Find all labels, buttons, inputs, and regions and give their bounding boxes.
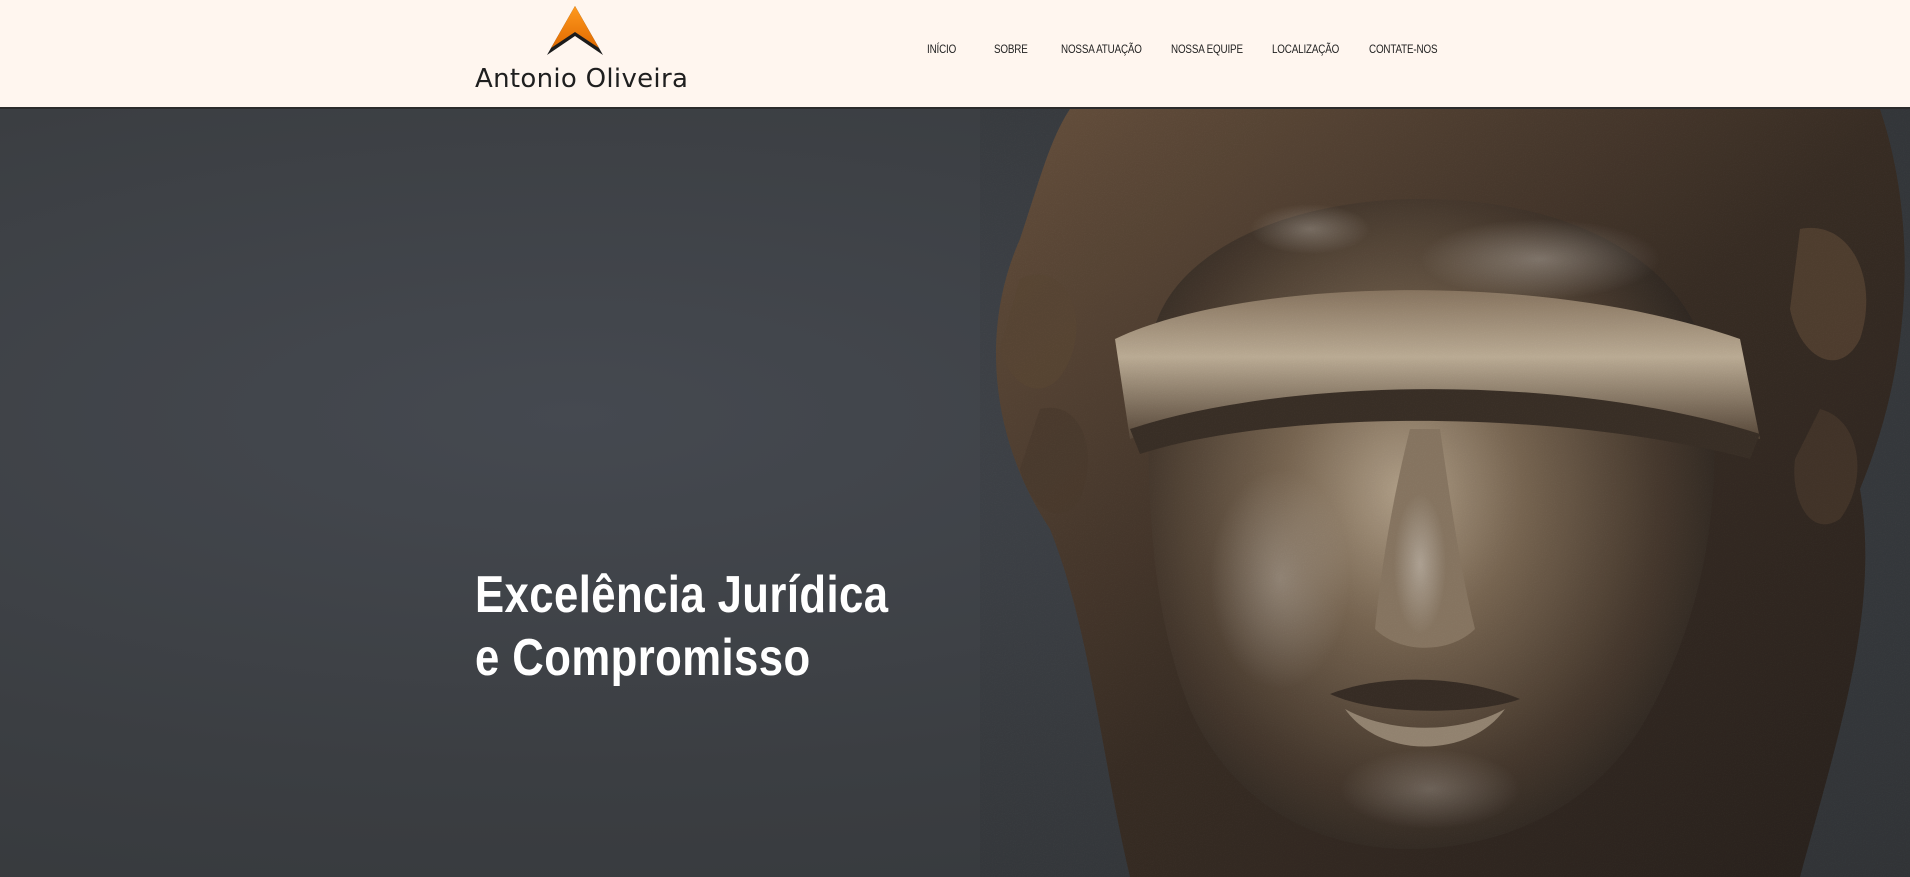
hero-title-line-2: e Compromisso: [475, 629, 811, 687]
brand-name[interactable]: Antonio Oliveira: [475, 64, 688, 94]
hero-title-line-1: Excelência Jurídica: [475, 566, 889, 624]
nav-item-localizacao[interactable]: LOCALIZAÇÃO: [1272, 42, 1339, 56]
main-nav: INÍCIO SOBRE NOSSA ATUAÇÃO NOSSA EQUIPE …: [0, 42, 1910, 66]
nav-item-nossa-atuacao[interactable]: NOSSA ATUAÇÃO: [1061, 42, 1142, 56]
nav-item-inicio[interactable]: INÍCIO: [927, 42, 956, 56]
hero-title: Excelência Jurídica e Compromisso: [475, 564, 888, 690]
nav-item-sobre[interactable]: SOBRE: [994, 42, 1028, 56]
hero-section: Excelência Jurídica e Compromisso: [0, 109, 1910, 877]
nav-item-contate-nos[interactable]: CONTATE-NOS: [1369, 42, 1438, 56]
site-header: Antonio Oliveira INÍCIO SOBRE NOSSA ATUA…: [0, 0, 1910, 109]
nav-item-nossa-equipe[interactable]: NOSSA EQUIPE: [1171, 42, 1243, 56]
justice-statue-image: [980, 109, 1910, 877]
